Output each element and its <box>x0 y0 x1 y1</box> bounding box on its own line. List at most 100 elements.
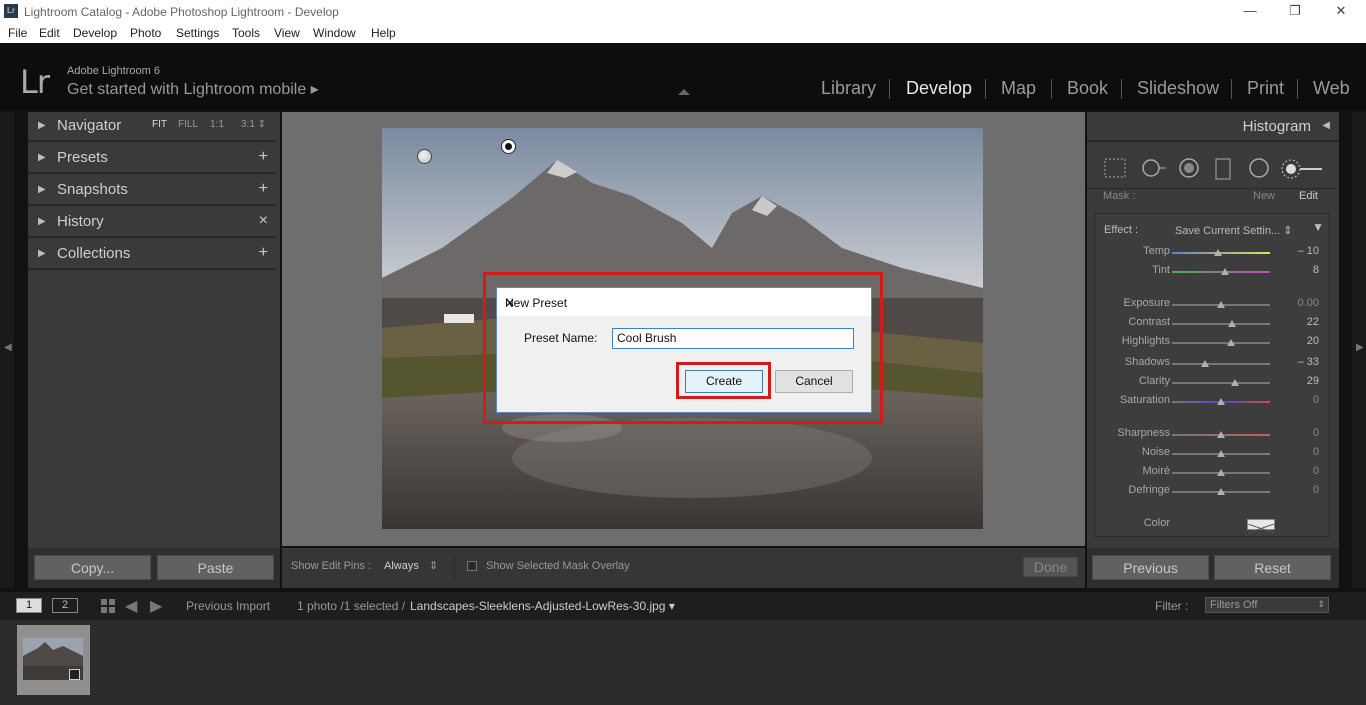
shadows-slider[interactable] <box>1172 363 1270 365</box>
highlights-slider[interactable] <box>1172 342 1270 344</box>
menu-file[interactable]: File <box>8 26 27 40</box>
paste-settings-button[interactable]: Paste <box>157 555 274 580</box>
back-arrow-icon[interactable]: ◀ <box>125 596 137 616</box>
module-book[interactable]: Book <box>1067 78 1108 99</box>
tint-value[interactable]: 8 <box>1285 264 1319 276</box>
right-panel-toggle-icon[interactable]: ▶ <box>1356 342 1364 353</box>
mask-new-button[interactable]: New <box>1253 190 1275 202</box>
expand-triangle-icon[interactable]: ▶ <box>38 120 46 131</box>
zoom-1-1[interactable]: 1:1 <box>210 119 224 130</box>
add-preset-icon[interactable]: + <box>259 148 268 166</box>
select-arrows-icon[interactable]: ⇕ <box>429 559 438 572</box>
add-snapshot-icon[interactable]: + <box>259 180 268 198</box>
clarity-slider[interactable] <box>1172 382 1270 384</box>
dialog-close-icon[interactable]: ✕ <box>505 296 863 310</box>
effect-preset-select[interactable]: Save Current Settin... ⇕ <box>1175 224 1292 237</box>
module-library[interactable]: Library <box>821 78 876 99</box>
navigator-panel-header[interactable]: ▶ Navigator FIT FILL 1:1 3:1 ⇕ <box>28 112 276 142</box>
zoom-fill[interactable]: FILL <box>178 119 198 130</box>
reset-button[interactable]: Reset <box>1214 555 1331 580</box>
temp-slider-thumb[interactable] <box>1214 249 1223 256</box>
secondary-window-button[interactable]: 2 <box>52 598 78 613</box>
history-panel-header[interactable]: ▶ History × <box>28 208 276 238</box>
filmstrip-source[interactable]: Previous Import <box>186 599 270 613</box>
minimize-button[interactable]: — <box>1235 2 1265 20</box>
effect-disclosure-icon[interactable]: ▼ <box>1312 220 1324 234</box>
menu-window[interactable]: Window <box>313 26 356 40</box>
noise-value[interactable]: 0 <box>1285 446 1319 458</box>
exposure-slider-thumb[interactable] <box>1217 301 1225 308</box>
primary-window-button[interactable]: 1 <box>16 598 42 613</box>
zoom-fit[interactable]: FIT <box>152 119 167 130</box>
saturation-value[interactable]: 0 <box>1285 394 1319 406</box>
shadows-value[interactable]: – 33 <box>1285 356 1319 368</box>
close-window-button[interactable]: ✕ <box>1326 2 1356 20</box>
moire-slider-thumb[interactable] <box>1217 469 1225 476</box>
current-filename[interactable]: Landscapes-Sleeklens-Adjusted-LowRes-30.… <box>410 599 675 613</box>
cancel-button[interactable]: Cancel <box>775 370 853 393</box>
mask-edit-button[interactable]: Edit <box>1299 190 1318 202</box>
module-map[interactable]: Map <box>1001 78 1036 99</box>
add-collection-icon[interactable]: + <box>259 244 268 262</box>
contrast-value[interactable]: 22 <box>1285 316 1319 328</box>
forward-arrow-icon[interactable]: ▶ <box>150 596 162 616</box>
previous-button[interactable]: Previous <box>1092 555 1209 580</box>
menu-view[interactable]: View <box>274 26 300 40</box>
highlights-value[interactable]: 20 <box>1285 335 1319 347</box>
right-panel-edge[interactable]: ▶ <box>1352 112 1366 588</box>
left-panel-edge[interactable]: ◀ <box>0 112 14 588</box>
module-develop[interactable]: Develop <box>906 78 972 99</box>
exposure-value[interactable]: 0.00 <box>1285 297 1319 309</box>
show-edit-pins-select[interactable]: Always <box>384 560 419 572</box>
create-button[interactable]: Create <box>685 370 763 393</box>
contrast-slider[interactable] <box>1172 323 1270 325</box>
preset-name-input[interactable]: Cool Brush <box>612 328 854 349</box>
menu-help[interactable]: Help <box>371 26 396 40</box>
left-panel-toggle-icon[interactable]: ◀ <box>4 342 12 353</box>
mask-overlay-checkbox[interactable] <box>467 561 477 571</box>
done-button[interactable]: Done <box>1023 557 1078 577</box>
expand-triangle-icon[interactable]: ▶ <box>38 152 46 163</box>
menu-tools[interactable]: Tools <box>232 26 260 40</box>
zoom-3-1[interactable]: 3:1 ⇕ <box>241 119 266 130</box>
expand-triangle-icon[interactable]: ▶ <box>38 216 46 227</box>
restore-button[interactable]: ❐ <box>1280 2 1310 20</box>
histogram-panel-header[interactable]: Histogram ◀ <box>1087 112 1339 142</box>
graduated-filter-tool-icon[interactable] <box>1215 158 1231 180</box>
red-eye-tool-icon[interactable] <box>1177 158 1201 178</box>
copy-settings-button[interactable]: Copy... <box>34 555 151 580</box>
highlights-slider-thumb[interactable] <box>1226 339 1235 346</box>
menu-edit[interactable]: Edit <box>39 26 60 40</box>
selected-edit-pin[interactable] <box>501 139 516 154</box>
collapse-triangle-icon[interactable]: ◀ <box>1322 120 1330 131</box>
filmstrip-thumbnail[interactable] <box>17 625 90 695</box>
module-slideshow[interactable]: Slideshow <box>1137 78 1219 99</box>
collections-panel-header[interactable]: ▶ Collections + <box>28 240 276 270</box>
spot-removal-tool-icon[interactable] <box>1140 158 1168 178</box>
defringe-value[interactable]: 0 <box>1285 484 1319 496</box>
clarity-slider-thumb[interactable] <box>1230 379 1239 386</box>
edit-pin[interactable] <box>417 149 432 164</box>
clarity-value[interactable]: 29 <box>1285 375 1319 387</box>
crop-tool-icon[interactable] <box>1104 158 1126 178</box>
color-swatch[interactable] <box>1247 519 1275 534</box>
presets-panel-header[interactable]: ▶ Presets + <box>28 144 276 174</box>
temp-value[interactable]: – 10 <box>1285 245 1319 257</box>
tint-slider-thumb[interactable] <box>1220 268 1229 275</box>
contrast-slider-thumb[interactable] <box>1227 320 1236 327</box>
top-panel-toggle-icon[interactable] <box>678 89 690 95</box>
menu-develop[interactable]: Develop <box>73 26 117 40</box>
snapshots-panel-header[interactable]: ▶ Snapshots + <box>28 176 276 206</box>
sharpness-slider-thumb[interactable] <box>1217 431 1225 438</box>
shadows-slider-thumb[interactable] <box>1201 360 1210 367</box>
expand-triangle-icon[interactable]: ▶ <box>38 184 46 195</box>
lightroom-mobile-link[interactable]: Get started with Lightroom mobile ▸ <box>67 79 319 99</box>
menu-settings[interactable]: Settings <box>176 26 219 40</box>
saturation-slider-thumb[interactable] <box>1217 398 1225 405</box>
module-print[interactable]: Print <box>1247 78 1284 99</box>
expand-triangle-icon[interactable]: ▶ <box>38 248 46 259</box>
module-web[interactable]: Web <box>1313 78 1350 99</box>
adjustment-brush-tool-icon[interactable] <box>1280 158 1324 180</box>
grid-view-icon[interactable] <box>100 598 116 614</box>
filter-select[interactable]: Filters Off ⇕ <box>1205 597 1329 613</box>
